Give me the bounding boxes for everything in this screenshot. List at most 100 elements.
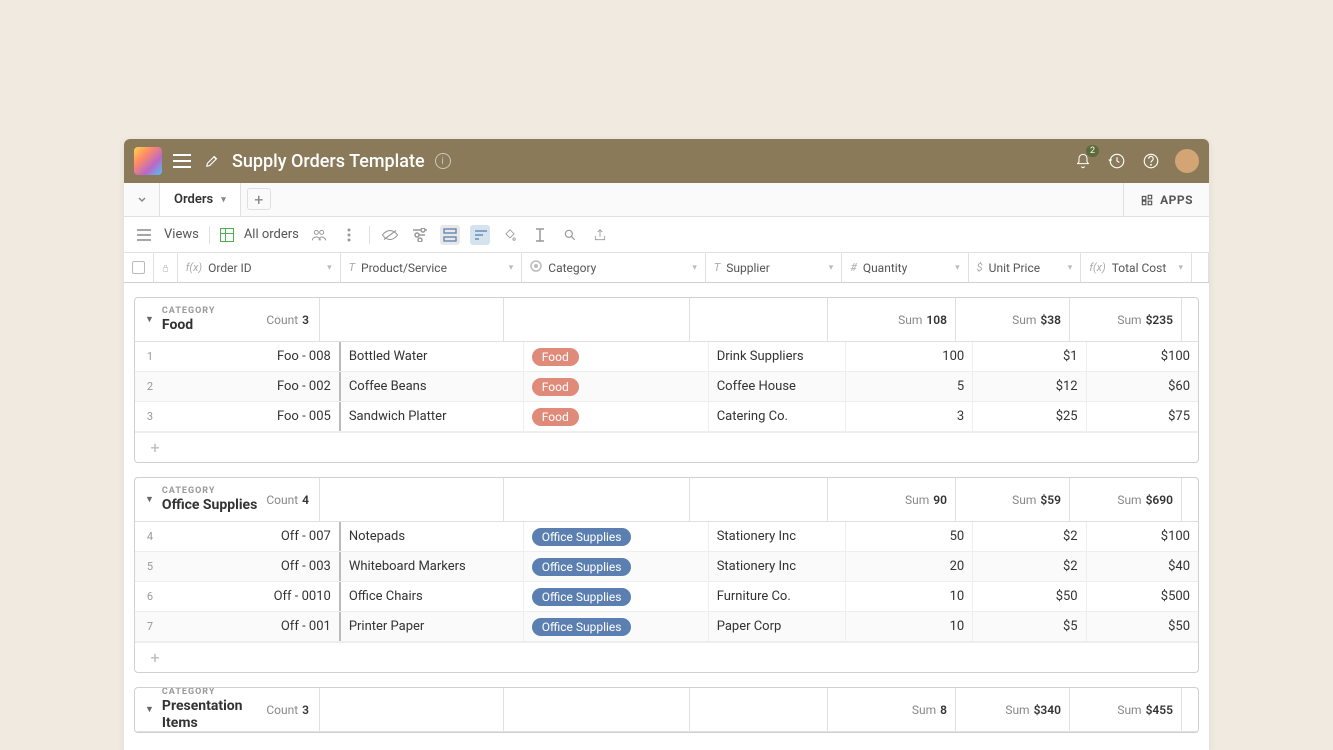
doc-title[interactable]: Supply Orders Template	[232, 151, 425, 172]
add-row-button[interactable]: +	[135, 432, 1198, 462]
cell-order-id[interactable]: Foo - 005	[165, 402, 341, 431]
caret-down-icon: ▾	[221, 195, 226, 205]
cell-supplier[interactable]: Stationery Inc	[709, 552, 846, 581]
table-row[interactable]: 3 Foo - 005 Sandwich Platter Food Cateri…	[135, 402, 1198, 432]
cell-price[interactable]: $1	[973, 342, 1086, 371]
avatar[interactable]	[1175, 149, 1199, 173]
cell-product[interactable]: Whiteboard Markers	[341, 552, 524, 581]
cell-total[interactable]: $75	[1087, 402, 1198, 431]
cell-category[interactable]: Food	[524, 372, 709, 401]
cell-total[interactable]: $60	[1087, 372, 1198, 401]
add-row-button[interactable]: +	[135, 642, 1198, 672]
cell-category[interactable]: Food	[524, 342, 709, 371]
cell-product[interactable]: Bottled Water	[341, 342, 524, 371]
cell-quantity[interactable]: 20	[846, 552, 973, 581]
collapse-icon[interactable]: ▼	[145, 314, 154, 325]
cell-price[interactable]: $2	[973, 522, 1086, 551]
cell-quantity[interactable]: 3	[846, 402, 973, 431]
col-supplier[interactable]: T Supplier ▾	[706, 253, 842, 282]
cell-quantity[interactable]: 10	[846, 612, 973, 641]
cell-total[interactable]: $100	[1087, 342, 1198, 371]
tab-orders[interactable]: Orders ▾	[160, 183, 241, 216]
share-icon[interactable]	[590, 225, 610, 245]
col-unit-price[interactable]: $ Unit Price ▾	[969, 253, 1082, 282]
help-icon[interactable]	[1141, 151, 1161, 171]
views-label[interactable]: Views	[164, 227, 199, 242]
cell-product[interactable]: Sandwich Platter	[341, 402, 524, 431]
group-header[interactable]: ▼ CATEGORY Presentation Items Count3 Sum…	[135, 688, 1198, 732]
tabs-chevron[interactable]	[124, 183, 160, 216]
more-icon[interactable]	[339, 225, 359, 245]
history-icon[interactable]	[1107, 151, 1127, 171]
filter-icon[interactable]	[410, 225, 430, 245]
cell-order-id[interactable]: Off - 0010	[165, 582, 341, 611]
info-icon[interactable]: i	[435, 153, 451, 169]
cell-price[interactable]: $25	[973, 402, 1086, 431]
cell-quantity[interactable]: 50	[846, 522, 973, 551]
cell-category[interactable]: Office Supplies	[524, 552, 709, 581]
group-icon[interactable]	[440, 225, 460, 245]
table-row[interactable]: 5 Off - 003 Whiteboard Markers Office Su…	[135, 552, 1198, 582]
apps-button[interactable]: APPS	[1123, 183, 1209, 216]
table-row[interactable]: 4 Off - 007 Notepads Office Supplies Sta…	[135, 522, 1198, 552]
rocket-icon[interactable]	[202, 151, 222, 171]
views-menu-icon[interactable]	[134, 225, 154, 245]
collapse-icon[interactable]: ▼	[145, 704, 154, 715]
search-icon[interactable]	[560, 225, 580, 245]
col-product[interactable]: T Product/Service ▾	[341, 253, 523, 282]
lock-icon[interactable]	[154, 253, 178, 282]
people-icon[interactable]	[309, 225, 329, 245]
cell-price[interactable]: $5	[973, 612, 1086, 641]
cell-product[interactable]: Office Chairs	[341, 582, 524, 611]
cell-order-id[interactable]: Foo - 002	[165, 372, 341, 401]
collapse-icon[interactable]: ▼	[145, 494, 154, 505]
cell-total[interactable]: $100	[1087, 522, 1198, 551]
cell-product[interactable]: Coffee Beans	[341, 372, 524, 401]
cell-quantity[interactable]: 5	[846, 372, 973, 401]
cell-product[interactable]: Notepads	[341, 522, 524, 551]
table-row[interactable]: 6 Off - 0010 Office Chairs Office Suppli…	[135, 582, 1198, 612]
cell-supplier[interactable]: Stationery Inc	[709, 522, 846, 551]
group-header[interactable]: ▼ CATEGORY Food Count3 Sum108 Sum$38 Sum…	[135, 298, 1198, 342]
cell-supplier[interactable]: Coffee House	[709, 372, 846, 401]
cell-price[interactable]: $2	[973, 552, 1086, 581]
cell-category[interactable]: Office Supplies	[524, 612, 709, 641]
col-quantity[interactable]: # Quantity ▾	[842, 253, 968, 282]
cell-order-id[interactable]: Foo - 008	[165, 342, 341, 371]
cell-price[interactable]: $12	[973, 372, 1086, 401]
cell-category[interactable]: Office Supplies	[524, 582, 709, 611]
cell-price[interactable]: $50	[973, 582, 1086, 611]
current-view-name[interactable]: All orders	[244, 227, 299, 242]
col-total-cost[interactable]: f(x) Total Cost ▾	[1081, 253, 1192, 282]
color-icon[interactable]	[500, 225, 520, 245]
table-row[interactable]: 2 Foo - 002 Coffee Beans Food Coffee Hou…	[135, 372, 1198, 402]
cell-order-id[interactable]: Off - 003	[165, 552, 341, 581]
cell-supplier[interactable]: Drink Suppliers	[709, 342, 846, 371]
cell-category[interactable]: Food	[524, 402, 709, 431]
cell-product[interactable]: Printer Paper	[341, 612, 524, 641]
cell-total[interactable]: $500	[1087, 582, 1198, 611]
cell-category[interactable]: Office Supplies	[524, 522, 709, 551]
cell-order-id[interactable]: Off - 007	[165, 522, 341, 551]
row-height-icon[interactable]	[530, 225, 550, 245]
app-logo[interactable]	[134, 147, 162, 175]
col-order-id[interactable]: f(x) Order ID ▾	[178, 253, 341, 282]
cell-total[interactable]: $40	[1087, 552, 1198, 581]
cell-total[interactable]: $50	[1087, 612, 1198, 641]
group-header[interactable]: ▼ CATEGORY Office Supplies Count4 Sum90 …	[135, 478, 1198, 522]
col-category[interactable]: Category ▾	[522, 253, 706, 282]
cell-order-id[interactable]: Off - 001	[165, 612, 341, 641]
cell-supplier[interactable]: Furniture Co.	[709, 582, 846, 611]
cell-quantity[interactable]: 100	[846, 342, 973, 371]
table-row[interactable]: 7 Off - 001 Printer Paper Office Supplie…	[135, 612, 1198, 642]
bell-icon[interactable]: 2	[1073, 151, 1093, 171]
select-all-checkbox[interactable]	[124, 253, 154, 282]
sort-icon[interactable]	[470, 225, 490, 245]
hide-fields-icon[interactable]	[380, 225, 400, 245]
cell-supplier[interactable]: Paper Corp	[709, 612, 846, 641]
cell-supplier[interactable]: Catering Co.	[709, 402, 846, 431]
hamburger-icon[interactable]	[172, 151, 192, 171]
add-tab-button[interactable]: +	[247, 188, 271, 210]
table-row[interactable]: 1 Foo - 008 Bottled Water Food Drink Sup…	[135, 342, 1198, 372]
cell-quantity[interactable]: 10	[846, 582, 973, 611]
